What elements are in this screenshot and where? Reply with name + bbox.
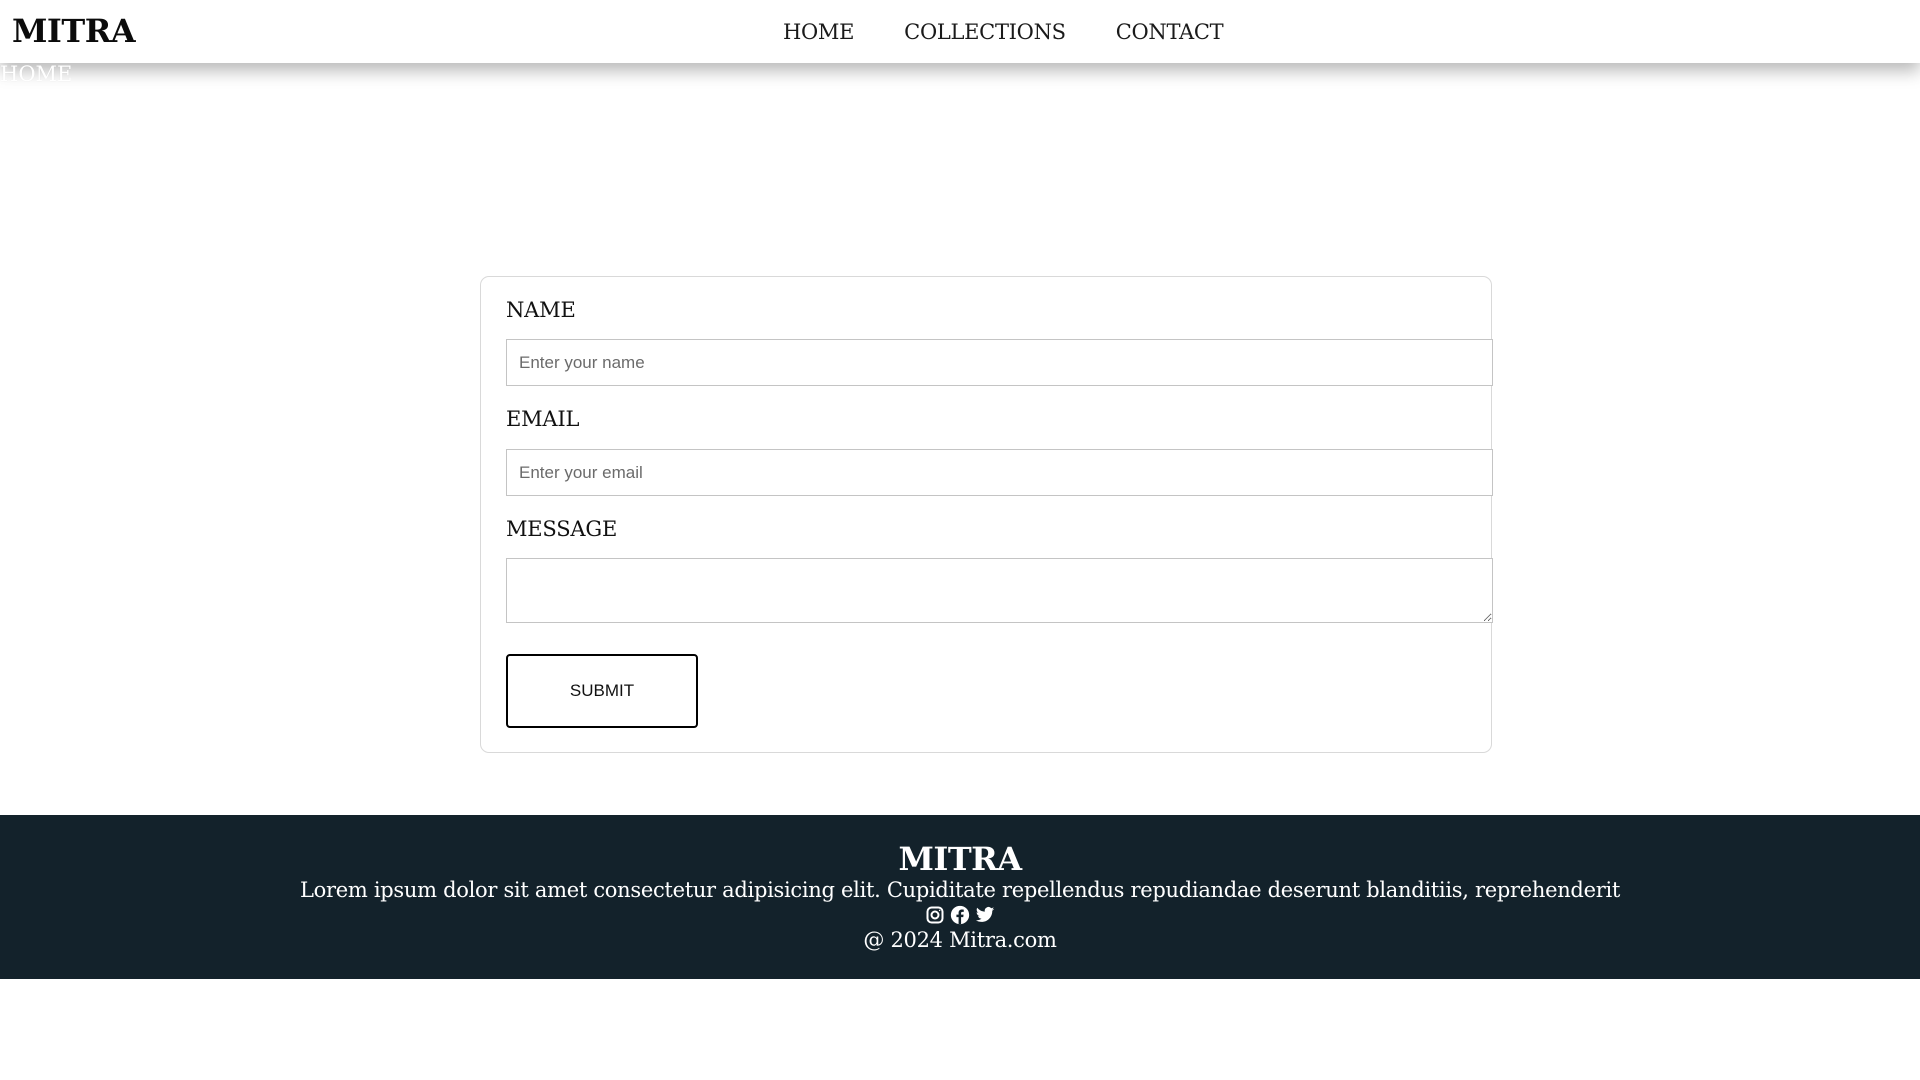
footer: MITRA Lorem ipsum dolor sit amet consect… — [0, 815, 1920, 979]
facebook-icon[interactable] — [950, 905, 970, 925]
brand-logo[interactable]: MITRA — [12, 12, 136, 50]
message-label: MESSAGE — [506, 517, 618, 541]
instagram-icon[interactable] — [925, 905, 945, 925]
submit-button[interactable]: SUBMIT — [506, 654, 698, 728]
social-links — [0, 905, 1920, 925]
footer-brand: MITRA — [898, 840, 1022, 878]
email-label: EMAIL — [506, 407, 580, 431]
footer-tagline: Lorem ipsum dolor sit amet consectetur a… — [300, 878, 1620, 902]
name-label: NAME — [506, 298, 576, 322]
page-breadcrumb: HOME — [0, 62, 73, 86]
contact-form: NAME EMAIL MESSAGE SUBMIT — [480, 276, 1493, 753]
message-textarea[interactable] — [506, 558, 1493, 623]
nav-collections-link[interactable]: COLLECTIONS — [904, 20, 1066, 44]
twitter-icon[interactable] — [975, 905, 995, 925]
main-nav: HOME COLLECTIONS CONTACT — [783, 0, 1224, 63]
nav-home-link[interactable]: HOME — [783, 20, 854, 44]
nav-contact-link[interactable]: CONTACT — [1116, 20, 1224, 44]
navbar: MITRA HOME COLLECTIONS CONTACT — [0, 0, 1920, 63]
copyright-text: @ 2024 Mitra.com — [863, 928, 1057, 952]
name-input[interactable] — [506, 339, 1493, 386]
email-input[interactable] — [506, 449, 1493, 496]
